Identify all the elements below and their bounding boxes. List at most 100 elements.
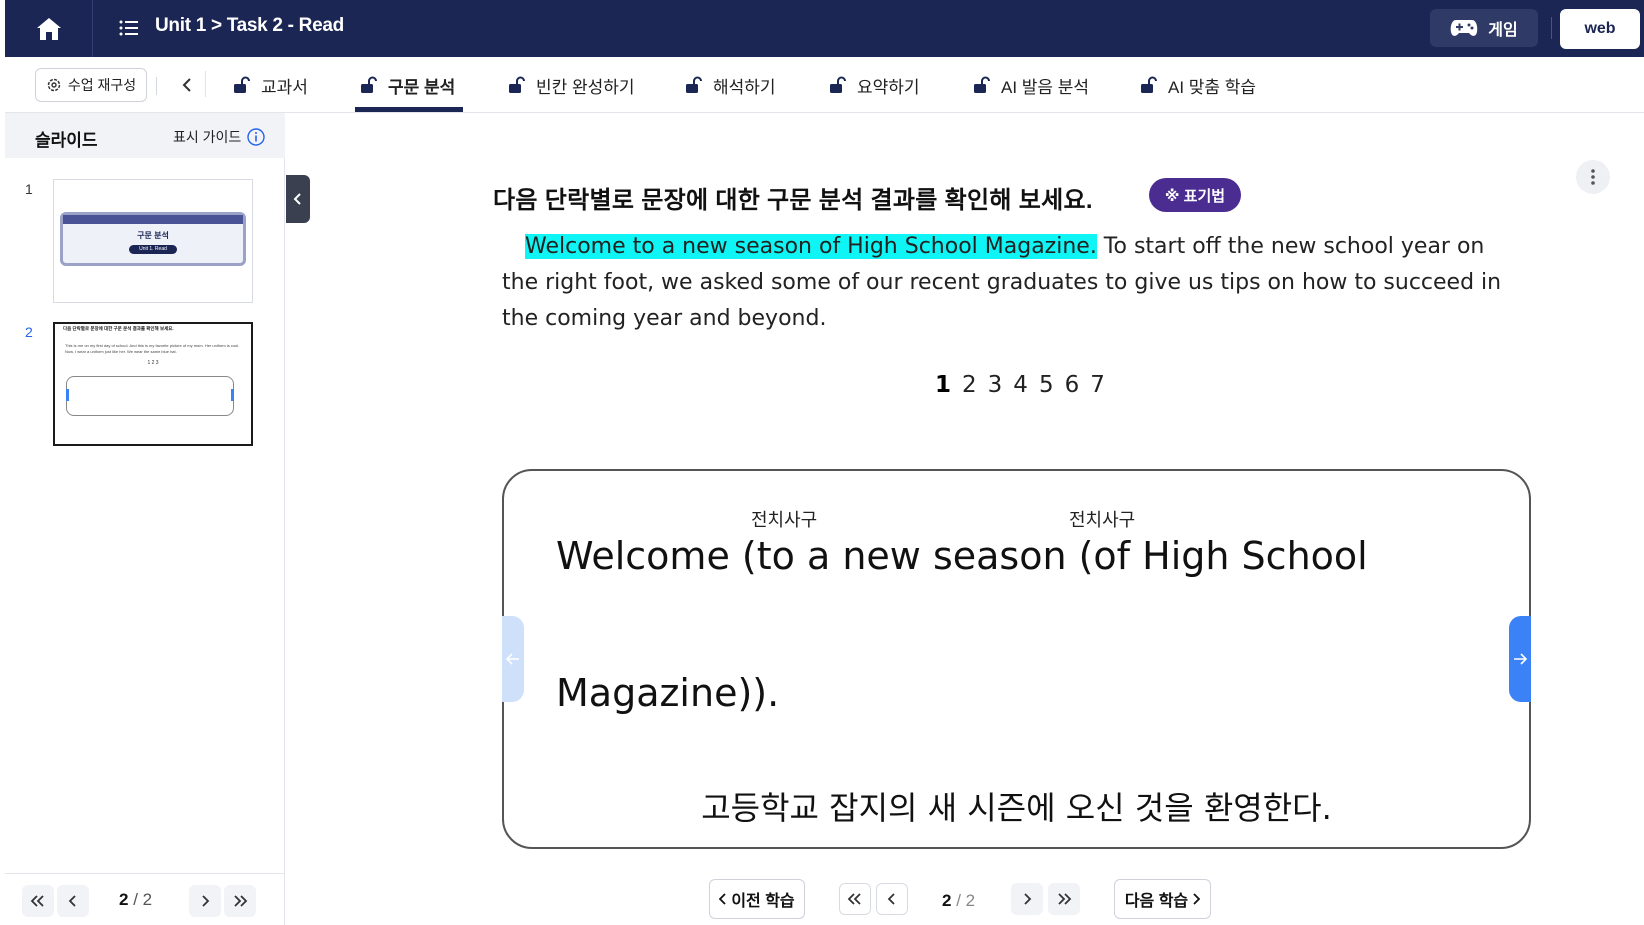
analyzed-sentence-line1: Welcome (to a new season (of High School xyxy=(556,534,1368,578)
tab-label: AI 발음 분석 xyxy=(1001,77,1090,97)
next-slide-button[interactable] xyxy=(189,885,221,917)
tab-separator xyxy=(156,77,157,95)
tab-label: AI 맞춤 학습 xyxy=(1168,77,1257,97)
display-guide-label: 표시 가이드 xyxy=(173,129,242,145)
sidebar-current-page: 2 xyxy=(119,890,129,909)
unlock-icon xyxy=(686,76,702,93)
current-page: 2 xyxy=(942,891,952,910)
tab-label: 해석하기 xyxy=(713,77,776,97)
web-button[interactable]: web xyxy=(1560,9,1640,49)
gear-icon xyxy=(47,78,61,92)
more-options-button[interactable] xyxy=(1576,160,1610,194)
translation-text: 고등학교 잡지의 새 시즌에 오신 것을 환영한다. xyxy=(701,789,1332,827)
instruction-title: 다음 단락별로 문장에 대한 구문 분석 결과를 확인해 보세요. xyxy=(493,187,1093,214)
phrase-tag: 전치사구 xyxy=(751,510,818,531)
header-divider xyxy=(1551,17,1552,39)
home-button[interactable] xyxy=(5,0,93,57)
home-icon xyxy=(36,17,61,40)
previous-sentence-button[interactable] xyxy=(502,616,524,702)
highlighted-sentence[interactable]: Welcome to a new season of High School M… xyxy=(525,234,1097,259)
thumb-arrow-right xyxy=(231,389,234,401)
tab-bar: 수업 재구성 교과서 구문 분석 빈칸 완성하기 해석하기 요약하기 AI 발음… xyxy=(5,57,1644,113)
breadcrumb: Unit 1 > Task 2 - Read xyxy=(155,15,344,36)
active-tab-indicator xyxy=(355,107,463,112)
page-indicator: 2 / 2 xyxy=(942,891,975,911)
prev-page-button[interactable] xyxy=(876,883,908,915)
sentence-number-1[interactable]: 1 xyxy=(935,372,951,398)
slide-thumbnail-2[interactable]: 다음 단락별로 문장에 대한 구문 분석 결과를 확인해 보세요. This i… xyxy=(53,322,253,446)
arrow-right-icon xyxy=(1514,653,1527,665)
analyzed-sentence-line2: Magazine)). xyxy=(556,671,780,715)
tab-label: 구문 분석 xyxy=(388,77,456,97)
thumb-title: 구문 분석 xyxy=(137,231,169,240)
chevrons-left-icon xyxy=(847,893,861,905)
chevron-left-icon xyxy=(68,895,76,907)
thumb-card-header xyxy=(63,215,243,224)
tab-label: 교과서 xyxy=(261,77,308,97)
reconfigure-lesson-button[interactable]: 수업 재구성 xyxy=(35,68,147,102)
prev-slide-button[interactable] xyxy=(57,885,89,917)
tab-label: 빈칸 완성하기 xyxy=(536,77,635,97)
thumb-instruction: 다음 단락별로 문장에 대한 구문 분석 결과를 확인해 보세요. xyxy=(63,326,174,331)
unlock-icon xyxy=(974,76,990,93)
sentence-number-7[interactable]: 7 xyxy=(1090,372,1105,398)
chevron-left-icon xyxy=(887,893,895,905)
display-guide-button[interactable]: 표시 가이드 xyxy=(173,127,265,147)
sentence-number-5[interactable]: 5 xyxy=(1039,372,1054,398)
tab-ai-pronunciation[interactable]: AI 발음 분석 xyxy=(973,57,1089,113)
game-label: 게임 xyxy=(1488,22,1518,39)
thumb-subtitle: Unit 1. Read xyxy=(129,245,177,254)
next-lesson-button[interactable]: 다음 학습 xyxy=(1114,879,1211,919)
sidebar-title: 슬라이드 xyxy=(35,131,98,150)
tab-syntax-analysis[interactable]: 구문 분석 xyxy=(360,57,455,113)
game-button[interactable]: 게임 xyxy=(1430,9,1538,47)
sidebar-header: 슬라이드 표시 가이드 xyxy=(5,113,285,158)
next-page-button[interactable] xyxy=(1011,883,1043,915)
chevron-left-icon xyxy=(182,78,191,92)
chevrons-right-icon xyxy=(1058,893,1072,905)
slide-sidebar: 슬라이드 표시 가이드 1 구문 분석 Unit 1. Read 2 다음 단락… xyxy=(5,113,285,925)
unlock-icon xyxy=(361,76,377,93)
last-slide-button[interactable] xyxy=(224,885,256,917)
next-sentence-button[interactable] xyxy=(1509,616,1531,702)
sentence-number-4[interactable]: 4 xyxy=(1013,372,1028,398)
tab-summary[interactable]: 요약하기 xyxy=(829,57,920,113)
unlock-icon xyxy=(830,76,846,93)
thumb-card: 구문 분석 Unit 1. Read xyxy=(60,212,246,266)
thumb-card xyxy=(66,376,234,416)
arrow-left-icon xyxy=(506,653,519,665)
notation-legend-button[interactable]: ※ 표기법 xyxy=(1149,178,1241,212)
sidebar-total-pages: / 2 xyxy=(133,890,153,909)
chevrons-left-icon xyxy=(30,895,44,907)
list-icon[interactable] xyxy=(118,17,140,39)
sentence-number-nav: 1 2 3 4 5 6 7 xyxy=(935,372,1105,398)
first-page-button[interactable] xyxy=(839,883,871,915)
thumb-arrow-left xyxy=(66,389,69,401)
last-page-button[interactable] xyxy=(1048,883,1080,915)
gamepad-icon xyxy=(1451,20,1478,36)
tabs-scroll-left-button[interactable] xyxy=(175,73,199,97)
sentence-number-6[interactable]: 6 xyxy=(1065,372,1080,398)
tab-ai-custom-learning[interactable]: AI 맞춤 학습 xyxy=(1140,57,1256,113)
unlock-icon xyxy=(234,76,250,93)
tab-textbook[interactable]: 교과서 xyxy=(233,57,308,113)
phrase-tag: 전치사구 xyxy=(1069,510,1136,531)
sidebar-collapse-button[interactable] xyxy=(286,175,310,223)
first-slide-button[interactable] xyxy=(22,885,54,917)
sidebar-pager: 2 / 2 xyxy=(5,873,285,925)
tab-fill-blanks[interactable]: 빈칸 완성하기 xyxy=(508,57,635,113)
tab-interpretation[interactable]: 해석하기 xyxy=(685,57,776,113)
thumb-nums: 1 2 3 xyxy=(147,360,159,366)
sentence-number-3[interactable]: 3 xyxy=(988,372,1003,398)
chevron-left-icon xyxy=(293,193,301,205)
previous-lesson-button[interactable]: 이전 학습 xyxy=(709,879,805,919)
tab-separator xyxy=(205,71,206,97)
sentence-number-2[interactable]: 2 xyxy=(962,372,977,398)
slide-thumbnail-1[interactable]: 구문 분석 Unit 1. Read xyxy=(53,179,253,303)
next-lesson-label: 다음 학습 xyxy=(1124,893,1189,910)
chevron-right-icon xyxy=(1193,893,1201,905)
tab-label: 요약하기 xyxy=(857,77,920,97)
chevron-right-icon xyxy=(202,895,210,907)
reconfigure-label: 수업 재구성 xyxy=(67,77,137,93)
more-vertical-icon xyxy=(1591,169,1595,185)
